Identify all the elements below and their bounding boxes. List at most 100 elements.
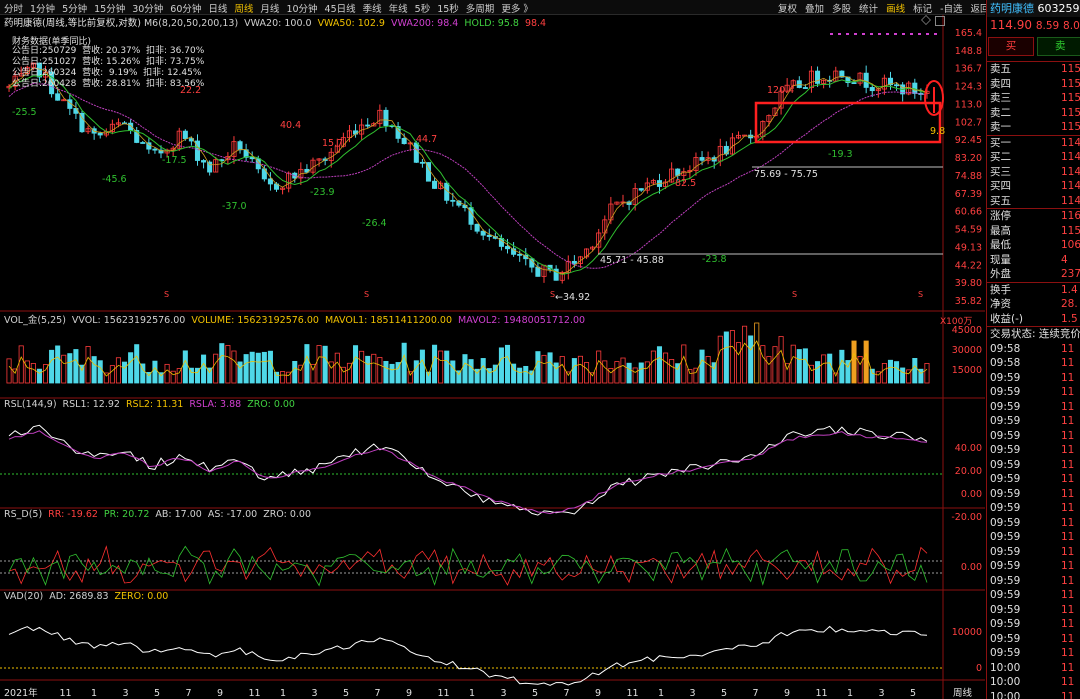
rsl-y-tick: 0.00	[961, 489, 982, 500]
tick-time: 09:59	[990, 632, 1021, 645]
price-y-tick: 83.20	[955, 153, 982, 164]
price-annotation: 82.5	[675, 178, 696, 189]
period-toolbar: 分时 1分钟 5分钟 15分钟 30分钟 60分钟 日线 周线 月线 10分钟 45日线 季线 年线 5秒…	[0, 0, 990, 15]
tab-6[interactable]: 日线	[208, 1, 227, 15]
candle-body	[699, 157, 705, 161]
x-axis-label: 5	[910, 688, 916, 699]
volume-bar	[401, 342, 407, 384]
x-axis-label: 3	[879, 688, 885, 699]
volume-y-tick: 15000	[952, 365, 982, 376]
quote-row: 买一 114	[987, 136, 1080, 151]
tab-16[interactable]: 更多 》	[501, 1, 533, 15]
candle-body	[474, 223, 480, 232]
tick-time: 09:59	[990, 502, 1021, 514]
volume-bar	[97, 360, 103, 384]
tab-15[interactable]: 多周期	[466, 1, 495, 15]
stats-block: 涨停 116 最高 115 最低 106 现量 4 外盘 2372	[987, 208, 1080, 282]
chart-area[interactable]: 165.4 148.8 136.7 124.3 113.0 102.7 92.45 83.20…	[0, 15, 985, 699]
tab-11[interactable]: 季线	[363, 1, 382, 15]
tick-time: 10:00	[990, 661, 1021, 674]
tab-2[interactable]: 5分钟	[62, 1, 87, 15]
quote-row: 买四 114	[987, 179, 1080, 194]
tool-5[interactable]: 标记	[913, 1, 932, 15]
tick-row: 10:00 11	[987, 661, 1080, 676]
signal-dot	[902, 33, 905, 35]
event-marker: S	[164, 290, 169, 299]
tick-value: 11	[1061, 589, 1075, 601]
candle-body	[79, 112, 85, 133]
tab-10[interactable]: 45日线	[325, 1, 356, 15]
quote-value: 4	[1061, 253, 1068, 266]
volume-bar	[821, 354, 827, 384]
tick-time: 09:59	[990, 371, 1021, 384]
x-axis-label: 1	[847, 688, 853, 699]
tool-4[interactable]: 画线	[886, 1, 905, 15]
tick-value: 11	[1061, 574, 1075, 587]
volume-bar	[255, 352, 261, 384]
quote-row: 外盘 2372	[987, 267, 1080, 282]
period-tabs: 分时 1分钟 5分钟 15分钟 30分钟 60分钟 日线 周线 月线 10分钟 45日线 季线 年线 5秒…	[4, 1, 540, 15]
tab-1[interactable]: 1分钟	[30, 1, 55, 15]
candle-body	[249, 157, 255, 160]
volume-bar	[134, 344, 140, 384]
tab-14[interactable]: 15秒	[437, 1, 459, 15]
tab-5[interactable]: 60分钟	[170, 1, 201, 15]
maximize-icon[interactable]	[935, 16, 945, 26]
finance-row: 公告日:260428 营收: 28.81% 扣非: 83.56%	[12, 79, 205, 89]
volume-bar	[894, 361, 900, 384]
volume-bar	[833, 372, 839, 384]
event-marker: S	[792, 290, 797, 299]
tool-0[interactable]: 复权	[778, 1, 797, 15]
volume-bar	[614, 361, 620, 384]
rsd-panel-title: RS_D(5) RR: -19.62 PR: 20.72 AB: 17.00 AS: -…	[4, 509, 317, 520]
volume-bar	[292, 360, 298, 384]
tab-8[interactable]: 月线	[260, 1, 279, 15]
volume-bar	[383, 360, 389, 384]
candle-body	[894, 84, 900, 87]
tool-1[interactable]: 叠加	[805, 1, 824, 15]
tab-12[interactable]: 年线	[389, 1, 408, 15]
volume-bar	[316, 345, 322, 384]
volume-bar	[115, 357, 121, 384]
price-y-tick: 102.7	[955, 117, 982, 128]
tick-value: 11	[1061, 603, 1075, 616]
tab-3[interactable]: 15分钟	[94, 1, 125, 15]
tool-3[interactable]: 统计	[859, 1, 878, 15]
volume-bar	[535, 351, 541, 384]
tool-2[interactable]: 多股	[832, 1, 851, 15]
tab-13[interactable]: 5秒	[415, 1, 431, 15]
candle-body	[638, 188, 644, 191]
x-axis-label: 2021年	[4, 687, 38, 699]
candle-body	[383, 109, 389, 126]
quote-label: 卖一	[990, 121, 1011, 133]
tick-row: 10:00 11	[987, 675, 1080, 690]
volume-bar	[389, 363, 395, 384]
quote-label: 卖二	[990, 106, 1011, 119]
volume-bar	[237, 361, 243, 384]
tab-7[interactable]: 周线	[234, 1, 253, 15]
buy-button[interactable]: 买	[988, 37, 1034, 56]
volume-bar	[638, 362, 644, 384]
x-axis-label: 3	[312, 688, 318, 699]
x-axis-label: 1	[280, 688, 286, 699]
indicator-value: RR: -19.62	[48, 509, 98, 520]
candle-body	[480, 230, 486, 236]
quote-row: 卖五 115	[987, 62, 1080, 77]
sell-button[interactable]: 卖	[1037, 37, 1080, 56]
tab-4[interactable]: 30分钟	[132, 1, 163, 15]
x-axis-label: 11	[438, 688, 450, 699]
tab-9[interactable]: 10分钟	[286, 1, 317, 15]
rsl-y-tick: 40.00	[955, 443, 982, 454]
signal-dot	[886, 33, 889, 35]
tick-time: 09:59	[990, 487, 1021, 500]
tool-6[interactable]: -自选	[940, 1, 962, 15]
tick-row: 09:59 11	[987, 632, 1080, 647]
tab-0[interactable]: 分时	[4, 1, 23, 15]
x-axis-label: 11	[627, 688, 639, 699]
quote-label: 卖五	[990, 63, 1011, 75]
price-y-tick: 60.66	[955, 207, 982, 218]
signal-dot	[870, 33, 873, 35]
volume-bar	[912, 358, 918, 384]
tick-row: 09:59 11	[987, 400, 1080, 415]
x-axis-label: 11	[60, 688, 72, 699]
